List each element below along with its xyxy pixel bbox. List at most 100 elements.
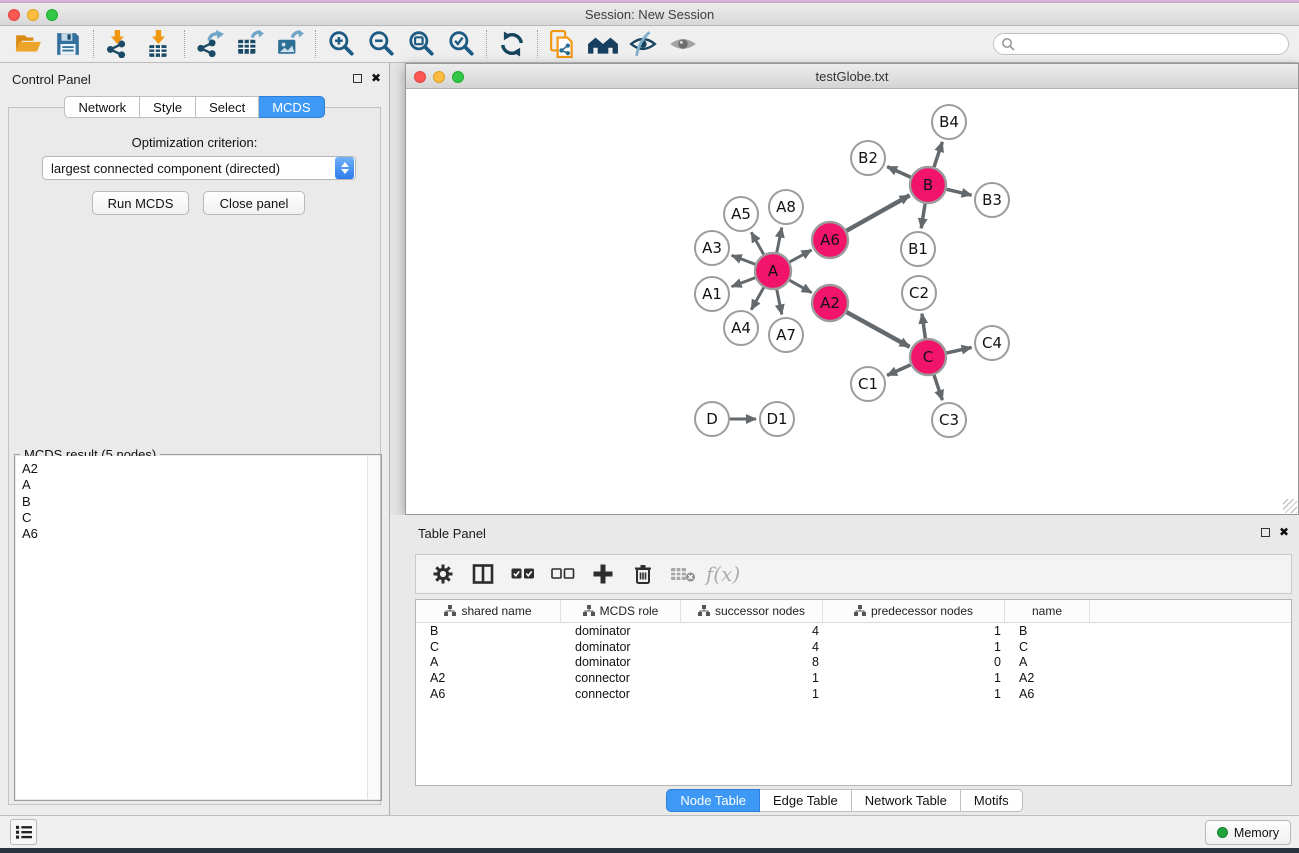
table-cell[interactable]: connector — [561, 671, 681, 685]
table-cell[interactable]: connector — [561, 687, 681, 701]
memory-button[interactable]: Memory — [1205, 820, 1291, 845]
export-network-icon[interactable] — [194, 29, 226, 59]
column-header[interactable]: predecessor nodes — [823, 600, 1005, 622]
zoom-out-icon[interactable] — [365, 29, 397, 59]
table-cell[interactable]: A — [1005, 655, 1090, 669]
result-list-item[interactable]: A — [16, 477, 380, 493]
node-table[interactable]: shared nameMCDS rolesuccessor nodesprede… — [415, 599, 1292, 786]
settings-gear-icon[interactable] — [428, 560, 458, 588]
tab-style[interactable]: Style — [140, 96, 196, 118]
table-row[interactable]: Cdominator41C — [416, 639, 1291, 655]
table-row[interactable]: A2connector11A2 — [416, 670, 1291, 686]
import-network-icon[interactable] — [103, 29, 135, 59]
copy-style-icon[interactable] — [547, 29, 579, 59]
delete-column-icon[interactable] — [628, 560, 658, 588]
graph-edge-A-A4[interactable] — [751, 287, 764, 310]
tab-network[interactable]: Network — [64, 96, 140, 118]
refresh-icon[interactable] — [496, 29, 528, 59]
table-cell[interactable]: 1 — [823, 687, 1005, 701]
export-table-icon[interactable] — [234, 29, 266, 59]
close-panel-button[interactable]: Close panel — [203, 191, 305, 215]
tab-select[interactable]: Select — [196, 96, 259, 118]
graph-edge-B-B2[interactable] — [887, 167, 911, 178]
tab-mcds[interactable]: MCDS — [259, 96, 324, 118]
zoom-in-icon[interactable] — [325, 29, 357, 59]
close-panel-icon[interactable]: ✖ — [371, 72, 381, 84]
table-row[interactable]: Adominator80A — [416, 655, 1291, 671]
table-cell[interactable]: 4 — [681, 640, 823, 654]
run-mcds-button[interactable]: Run MCDS — [92, 191, 189, 215]
table-cell[interactable]: 1 — [681, 687, 823, 701]
column-header[interactable]: shared name — [416, 600, 561, 622]
graph-edge-C-C3[interactable] — [934, 374, 943, 400]
graph-edge-C-C1[interactable] — [887, 364, 911, 375]
result-list-scrollbar[interactable] — [367, 456, 380, 799]
result-list-item[interactable]: A2 — [16, 461, 380, 477]
network-graph[interactable]: B4B2BB3A8A5A6B1A3AA1C2A2A4A7C4CC1C3DD1 — [406, 90, 1298, 514]
network-window-titlebar[interactable]: testGlobe.txt — [406, 64, 1298, 89]
table-cell[interactable]: 1 — [823, 640, 1005, 654]
table-cell[interactable]: A6 — [1005, 687, 1090, 701]
tab-node-table[interactable]: Node Table — [666, 789, 760, 812]
import-table-icon[interactable] — [143, 29, 175, 59]
graph-edge-B-B1[interactable] — [921, 203, 925, 228]
table-cell[interactable]: dominator — [561, 655, 681, 669]
zoom-selected-icon[interactable] — [445, 29, 477, 59]
toggle-panel-icon[interactable] — [468, 560, 498, 588]
graph-edge-C-C2[interactable] — [922, 314, 926, 339]
graph-edge-A-A7[interactable] — [777, 289, 782, 315]
zoom-fit-icon[interactable] — [405, 29, 437, 59]
result-list-item[interactable]: B — [16, 494, 380, 510]
graph-edge-A-A2[interactable] — [789, 280, 812, 293]
graph-edge-B-B4[interactable] — [934, 142, 943, 168]
network-canvas[interactable]: B4B2BB3A8A5A6B1A3AA1C2A2A4A7C4CC1C3DD1 — [406, 90, 1298, 514]
table-cell[interactable]: 1 — [681, 671, 823, 685]
graph-edge-A-A3[interactable] — [732, 255, 757, 264]
open-file-icon[interactable] — [12, 29, 44, 59]
table-cell[interactable]: A2 — [416, 671, 561, 685]
column-header[interactable]: name — [1005, 600, 1090, 622]
table-cell[interactable]: B — [416, 624, 561, 638]
criterion-dropdown[interactable]: largest connected component (directed) — [42, 156, 356, 180]
graph-edge-C-C4[interactable] — [946, 347, 972, 353]
close-table-panel-icon[interactable]: ✖ — [1279, 526, 1289, 538]
table-cell[interactable]: dominator — [561, 640, 681, 654]
table-cell[interactable]: A6 — [416, 687, 561, 701]
float-panel-icon[interactable] — [353, 74, 362, 83]
graph-edge-A-A8[interactable] — [777, 228, 782, 254]
show-details-icon[interactable] — [667, 29, 699, 59]
table-cell[interactable]: A2 — [1005, 671, 1090, 685]
table-cell[interactable]: C — [1005, 640, 1090, 654]
graph-edge-A2-C[interactable] — [846, 312, 910, 347]
table-row[interactable]: Bdominator41B — [416, 623, 1291, 639]
column-header[interactable]: successor nodes — [681, 600, 823, 622]
table-cell[interactable]: 4 — [681, 624, 823, 638]
table-cell[interactable]: dominator — [561, 624, 681, 638]
search-input[interactable] — [993, 33, 1289, 55]
table-cell[interactable]: 1 — [823, 671, 1005, 685]
table-cell[interactable]: C — [416, 640, 561, 654]
add-column-icon[interactable] — [588, 560, 618, 588]
graph-edge-B-B3[interactable] — [946, 189, 972, 195]
function-builder-icon[interactable]: f(x) — [708, 560, 738, 588]
result-list-item[interactable]: C — [16, 510, 380, 526]
result-list-item[interactable]: A6 — [16, 526, 380, 542]
table-cell[interactable]: 8 — [681, 655, 823, 669]
tab-edge-table[interactable]: Edge Table — [760, 789, 852, 812]
task-history-button[interactable] — [10, 819, 37, 845]
graph-edge-A6-B[interactable] — [846, 195, 910, 231]
unselect-all-columns-icon[interactable] — [548, 560, 578, 588]
tab-network-table[interactable]: Network Table — [852, 789, 961, 812]
mcds-result-list[interactable]: A2ABCA6 — [16, 456, 380, 799]
delete-table-icon[interactable] — [668, 560, 698, 588]
table-cell[interactable]: B — [1005, 624, 1090, 638]
export-image-icon[interactable] — [274, 29, 306, 59]
select-all-columns-icon[interactable] — [508, 560, 538, 588]
graph-edge-A-A5[interactable] — [751, 232, 764, 255]
save-session-icon[interactable] — [52, 29, 84, 59]
hide-details-icon[interactable] — [627, 29, 659, 59]
table-cell[interactable]: 0 — [823, 655, 1005, 669]
tab-motifs[interactable]: Motifs — [961, 789, 1023, 812]
resize-grip[interactable] — [1283, 499, 1297, 513]
table-cell[interactable]: 1 — [823, 624, 1005, 638]
